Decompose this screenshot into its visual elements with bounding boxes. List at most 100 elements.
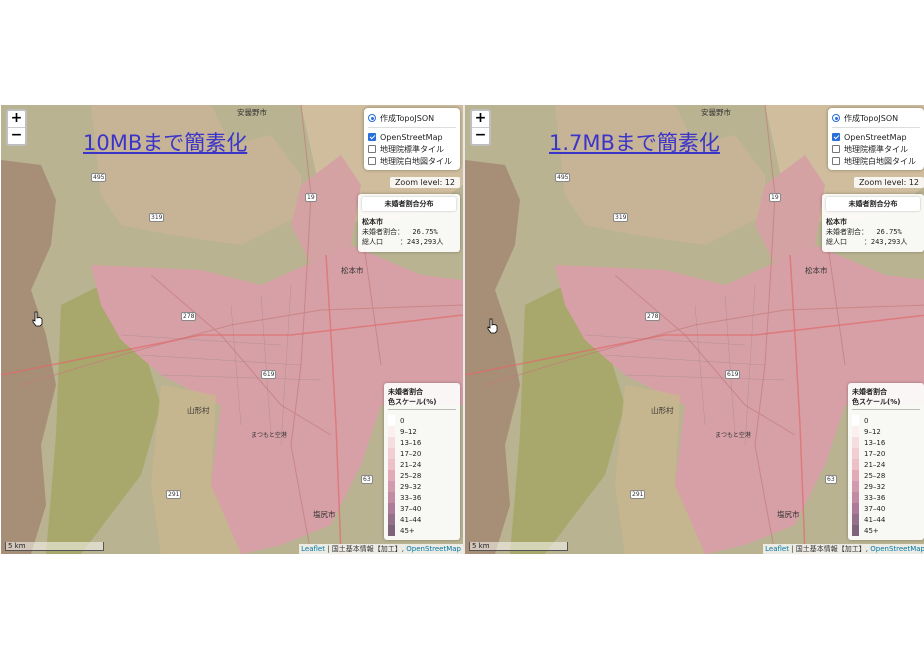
- place-label: 塩尻市: [313, 510, 336, 519]
- legend-label: 33–36: [864, 493, 886, 502]
- layer-checkbox-gsi-std[interactable]: 地理院標準タイル: [832, 143, 920, 155]
- legend-label: 37–40: [864, 504, 886, 513]
- zoom-out-button[interactable]: −: [472, 127, 489, 144]
- legend-item: 9–12: [388, 426, 456, 437]
- scale-bar: 5 km: [469, 542, 568, 551]
- legend-swatch: [852, 481, 859, 492]
- layer-radio-topojson[interactable]: 作成TopoJSON: [832, 112, 920, 124]
- info-box: 未婚者割合分布 松本市 未婚者割合： 26.75% 総人口 ：243,293人: [822, 194, 924, 252]
- legend-item: 0: [388, 415, 456, 426]
- legend-swatch: [852, 448, 859, 459]
- legend-swatch: [852, 492, 859, 503]
- legend-swatch: [388, 470, 395, 481]
- legend-swatch: [388, 415, 395, 426]
- layer-checkbox-gsi-blank[interactable]: 地理院白地図タイル: [832, 155, 920, 167]
- legend-item: 45+: [388, 525, 456, 536]
- place-label: 松本市: [805, 266, 828, 275]
- radio-icon[interactable]: [832, 114, 840, 122]
- legend-rule: [388, 409, 456, 410]
- layer-control: 作成TopoJSON OpenStreetMap 地理院標準タイル 地理院白地図…: [364, 108, 460, 170]
- map-panel-left[interactable]: + − 10MBまで簡素化 安曇野市 松本市 山形村 塩尻市 まつもと空港 49…: [1, 105, 463, 554]
- legend-item: 21–24: [852, 459, 920, 470]
- legend-label: 17–20: [864, 449, 886, 458]
- checkbox-icon[interactable]: [368, 133, 376, 141]
- legend-item: 17–20: [388, 448, 456, 459]
- layer-control: 作成TopoJSON OpenStreetMap 地理院標準タイル 地理院白地図…: [828, 108, 924, 170]
- checkbox-icon[interactable]: [832, 133, 840, 141]
- leaflet-link[interactable]: Leaflet: [765, 545, 789, 553]
- legend-item: 21–24: [388, 459, 456, 470]
- osm-link[interactable]: OpenStreetMap: [406, 545, 461, 553]
- road-number: 278: [645, 312, 661, 321]
- legend-label: 41–44: [864, 515, 886, 524]
- legend-swatch: [388, 459, 395, 470]
- legend-swatch: [388, 437, 395, 448]
- zoom-level-display: Zoom level: 12: [853, 177, 924, 188]
- road-number: 619: [261, 370, 277, 379]
- legend-item: 41–44: [388, 514, 456, 525]
- legend-swatch: [852, 415, 859, 426]
- zoom-control: + −: [470, 109, 491, 146]
- legend-swatch: [852, 459, 859, 470]
- info-title: 未婚者割合分布: [362, 197, 456, 211]
- layer-checkbox-osm[interactable]: OpenStreetMap: [832, 131, 920, 143]
- checkbox-icon[interactable]: [832, 145, 840, 153]
- color-legend: 未婚者割合 色スケール(%) 0 9–12 13–16 17–20 21–24 25–28…: [384, 383, 460, 540]
- leaflet-link[interactable]: Leaflet: [301, 545, 325, 553]
- legend-swatch: [852, 525, 859, 536]
- info-population: 総人口 ：243,293人: [826, 238, 908, 246]
- info-box: 未婚者割合分布 松本市 未婚者割合： 26.75% 総人口 ：243,293人: [358, 194, 460, 252]
- zoom-in-button[interactable]: +: [8, 111, 25, 127]
- color-legend: 未婚者割合 色スケール(%) 0 9–12 13–16 17–20 21–24 25–28…: [848, 383, 924, 540]
- legend-label: 13–16: [400, 438, 422, 447]
- checkbox-icon[interactable]: [368, 157, 376, 165]
- layer-label: 作成TopoJSON: [380, 113, 435, 123]
- legend-item: 9–12: [852, 426, 920, 437]
- road-number: 319: [613, 213, 629, 222]
- road-number: 63: [361, 475, 373, 484]
- legend-item: 0: [852, 415, 920, 426]
- legend-items: 0 9–12 13–16 17–20 21–24 25–28 29–32 33–36 37–40…: [388, 415, 456, 536]
- layer-label: OpenStreetMap: [844, 132, 907, 142]
- legend-item: 13–16: [852, 437, 920, 448]
- legend-label: 25–28: [864, 471, 886, 480]
- legend-swatch: [388, 492, 395, 503]
- legend-item: 13–16: [388, 437, 456, 448]
- info-city: 松本市: [362, 218, 383, 226]
- road-number: 19: [769, 193, 781, 202]
- legend-item: 25–28: [852, 470, 920, 481]
- info-ratio: 未婚者割合： 26.75%: [362, 228, 438, 236]
- place-label: 松本市: [341, 266, 364, 275]
- layer-label: 地理院標準タイル: [844, 144, 908, 154]
- layer-label: 地理院白地図タイル: [380, 156, 452, 166]
- legend-swatch: [852, 514, 859, 525]
- overlay-title: 10MBまで簡素化: [83, 131, 248, 155]
- zoom-out-button[interactable]: −: [8, 127, 25, 144]
- osm-link[interactable]: OpenStreetMap: [870, 545, 924, 553]
- radio-icon[interactable]: [368, 114, 376, 122]
- checkbox-icon[interactable]: [368, 145, 376, 153]
- legend-rule: [852, 409, 920, 410]
- info-ratio: 未婚者割合： 26.75%: [826, 228, 902, 236]
- legend-item: 45+: [852, 525, 920, 536]
- legend-label: 9–12: [864, 427, 881, 436]
- legend-label: 41–44: [400, 515, 422, 524]
- layer-checkbox-gsi-std[interactable]: 地理院標準タイル: [368, 143, 456, 155]
- scale-bar: 5 km: [5, 542, 104, 551]
- legend-label: 45+: [400, 526, 415, 535]
- layer-checkbox-osm[interactable]: OpenStreetMap: [368, 131, 456, 143]
- legend-item: 41–44: [852, 514, 920, 525]
- checkbox-icon[interactable]: [832, 157, 840, 165]
- legend-swatch: [388, 448, 395, 459]
- map-panel-right[interactable]: + − 1.7MBまで簡素化 安曇野市 松本市 山形村 塩尻市 まつもと空港 4…: [465, 105, 924, 554]
- road-number: 278: [181, 312, 197, 321]
- legend-item: 37–40: [852, 503, 920, 514]
- layer-checkbox-gsi-blank[interactable]: 地理院白地図タイル: [368, 155, 456, 167]
- road-number: 19: [305, 193, 317, 202]
- hand-cursor-icon: [32, 311, 43, 327]
- legend-label: 25–28: [400, 471, 422, 480]
- layer-radio-topojson[interactable]: 作成TopoJSON: [368, 112, 456, 124]
- zoom-in-button[interactable]: +: [472, 111, 489, 127]
- place-label: 塩尻市: [777, 510, 800, 519]
- legend-item: 29–32: [388, 481, 456, 492]
